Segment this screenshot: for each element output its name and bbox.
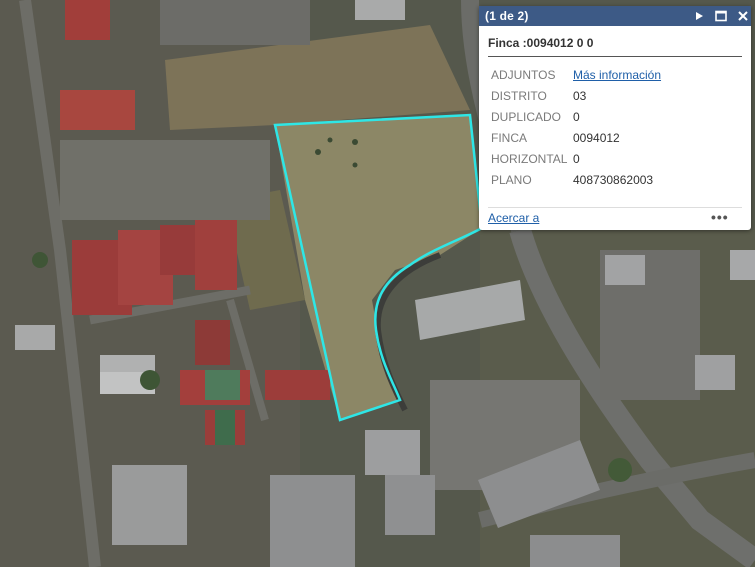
table-row: ADJUNTOS Más información (491, 64, 661, 85)
table-row: PLANO 408730862003 (491, 169, 661, 190)
attribute-value: 0 (573, 109, 580, 124)
maximize-icon[interactable] (714, 9, 728, 23)
attribute-key: DISTRITO (491, 88, 547, 103)
attribute-key: FINCA (491, 130, 527, 145)
attribute-key: PLANO (491, 172, 532, 187)
feature-counter: (1 de 2) (485, 9, 529, 23)
zoom-to-link[interactable]: Acercar a (488, 211, 539, 225)
attribute-value: 0 (573, 151, 580, 166)
warehouse-roof (112, 465, 187, 545)
attribute-key: ADJUNTOS (491, 67, 556, 82)
parking-lot (60, 140, 270, 220)
attribute-key: DUPLICADO (491, 109, 562, 124)
table-row: DUPLICADO 0 (491, 106, 661, 127)
feature-popup: (1 de 2) Finca :0094012 0 0 ADJUNTOS Más… (479, 6, 751, 230)
attribute-table: ADJUNTOS Más información DISTRITO 03 DUP… (491, 64, 661, 190)
more-info-link[interactable]: Más información (573, 68, 661, 82)
title-divider (488, 56, 742, 57)
close-icon[interactable] (736, 9, 750, 23)
table-row: HORIZONTAL 0 (491, 148, 661, 169)
next-arrow-icon[interactable] (692, 9, 706, 23)
attribute-value: 03 (573, 88, 587, 103)
popup-title: Finca :0094012 0 0 (488, 36, 594, 50)
table-row: FINCA 0094012 (491, 127, 661, 148)
more-options-icon[interactable]: ••• (711, 209, 729, 225)
table-row: DISTRITO 03 (491, 85, 661, 106)
attribute-key: HORIZONTAL (491, 151, 568, 166)
attribute-value: 0094012 (573, 130, 620, 145)
attribute-value: 408730862003 (573, 172, 654, 187)
popup-header: (1 de 2) (479, 6, 751, 26)
footer-divider (488, 207, 742, 208)
